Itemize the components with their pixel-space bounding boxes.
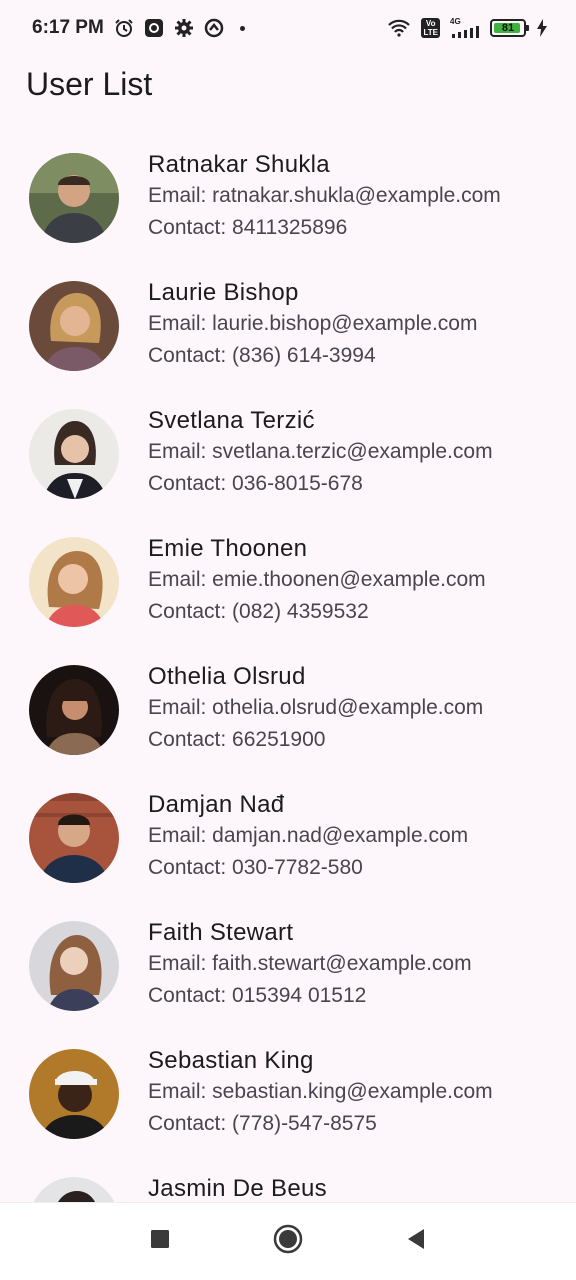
user-name: Sebastian King: [148, 1047, 314, 1074]
user-email: Email: damjan.nad@example.com: [148, 824, 469, 847]
user-info: Laurie Bishop Email: laurie.bishop@examp…: [148, 278, 477, 372]
volte-icon: Vo LTE: [421, 18, 440, 38]
battery-level: 81: [501, 22, 515, 34]
user-name: Othelia Olsrud: [148, 663, 306, 690]
alarm-icon: [114, 18, 134, 38]
user-email: Email: laurie.bishop@example.com: [148, 312, 478, 335]
user-email: Email: svetlana.terzic@example.com: [148, 440, 493, 463]
user-name: Laurie Bishop: [148, 279, 299, 306]
page-title: User List: [26, 66, 153, 102]
user-contact: Contact: 030-7782-580: [148, 856, 363, 879]
user-name: Ratnakar Shukla: [148, 151, 330, 178]
user-info: Svetlana Terzić Email: svetlana.terzic@e…: [148, 406, 493, 500]
status-right: Vo LTE 4G 81: [387, 18, 548, 38]
user-email: Email: ratnakar.shukla@example.com: [148, 184, 501, 207]
user-name: Svetlana Terzić: [148, 407, 315, 434]
user-contact: Contact: (778)-547-8575: [148, 1112, 377, 1135]
user-name: Emie Thoonen: [148, 535, 308, 562]
avatar: [29, 1177, 119, 1202]
status-time: 6:17 PM: [32, 17, 104, 38]
user-name: Faith Stewart: [148, 919, 294, 946]
list-item[interactable]: Laurie Bishop Email: laurie.bishop@examp…: [0, 266, 576, 394]
home-icon: [273, 1224, 303, 1259]
avatar: [29, 793, 119, 883]
battery-tip: [526, 25, 529, 31]
user-contact: Contact: 8411325896: [148, 216, 348, 239]
user-info: Jasmin De Beus: [148, 1174, 327, 1202]
user-name: Jasmin De Beus: [148, 1175, 327, 1202]
back-button[interactable]: [396, 1222, 436, 1262]
avatar: [29, 665, 119, 755]
user-contact: Contact: 015394 01512: [148, 984, 367, 1007]
user-email: Email: emie.thoonen@example.com: [148, 568, 486, 591]
vpn-icon: [204, 18, 224, 38]
home-button[interactable]: [268, 1222, 308, 1262]
avatar: [29, 537, 119, 627]
status-left: 6:17 PM: [32, 17, 245, 39]
user-info: Emie Thoonen Email: emie.thoonen@example…: [148, 534, 486, 628]
user-list[interactable]: Ratnakar Shukla Email: ratnakar.shukla@e…: [0, 138, 576, 1202]
user-info: Othelia Olsrud Email: othelia.olsrud@exa…: [148, 662, 483, 756]
user-contact: Contact: 036-8015-678: [148, 472, 363, 495]
avatar: [29, 1049, 119, 1139]
network-type-label: 4G: [450, 17, 461, 26]
list-item[interactable]: Svetlana Terzić Email: svetlana.terzic@e…: [0, 394, 576, 522]
recents-button[interactable]: [140, 1222, 180, 1262]
status-bar: 6:17 PM Vo LTE 4G 81: [0, 0, 576, 56]
gear-icon: [174, 18, 194, 38]
user-info: Damjan Nađ Email: damjan.nad@example.com…: [148, 790, 468, 884]
wifi-icon: [387, 18, 411, 38]
list-item[interactable]: Emie Thoonen Email: emie.thoonen@example…: [0, 522, 576, 650]
user-contact: Contact: (082) 4359532: [148, 600, 369, 623]
user-email: Email: othelia.olsrud@example.com: [148, 696, 484, 719]
user-email: Email: faith.stewart@example.com: [148, 952, 472, 975]
user-name: Damjan Nađ: [148, 791, 285, 818]
list-item[interactable]: Faith Stewart Email: faith.stewart@examp…: [0, 906, 576, 1034]
charging-icon: [536, 18, 548, 38]
user-info: Sebastian King Email: sebastian.king@exa…: [148, 1046, 493, 1140]
list-item[interactable]: Ratnakar Shukla Email: ratnakar.shukla@e…: [0, 138, 576, 266]
avatar: [29, 153, 119, 243]
more-notifications-dot: [239, 25, 245, 31]
list-item[interactable]: Jasmin De Beus: [0, 1162, 576, 1202]
list-item[interactable]: Damjan Nađ Email: damjan.nad@example.com…: [0, 778, 576, 906]
back-icon: [406, 1228, 426, 1255]
user-info: Faith Stewart Email: faith.stewart@examp…: [148, 918, 472, 1012]
avatar: [29, 281, 119, 371]
user-contact: Contact: (836) 614-3994: [148, 344, 376, 367]
navigation-bar: [0, 1202, 576, 1280]
record-icon: [144, 18, 164, 38]
recents-icon: [150, 1229, 170, 1254]
signal-icon: 4G: [450, 18, 480, 38]
avatar: [29, 409, 119, 499]
list-item[interactable]: Othelia Olsrud Email: othelia.olsrud@exa…: [0, 650, 576, 778]
user-email: Email: sebastian.king@example.com: [148, 1080, 493, 1103]
battery-icon: 81: [490, 19, 529, 37]
user-contact: Contact: 66251900: [148, 728, 326, 751]
list-item[interactable]: Sebastian King Email: sebastian.king@exa…: [0, 1034, 576, 1162]
user-info: Ratnakar Shukla Email: ratnakar.shukla@e…: [148, 150, 501, 244]
avatar: [29, 921, 119, 1011]
